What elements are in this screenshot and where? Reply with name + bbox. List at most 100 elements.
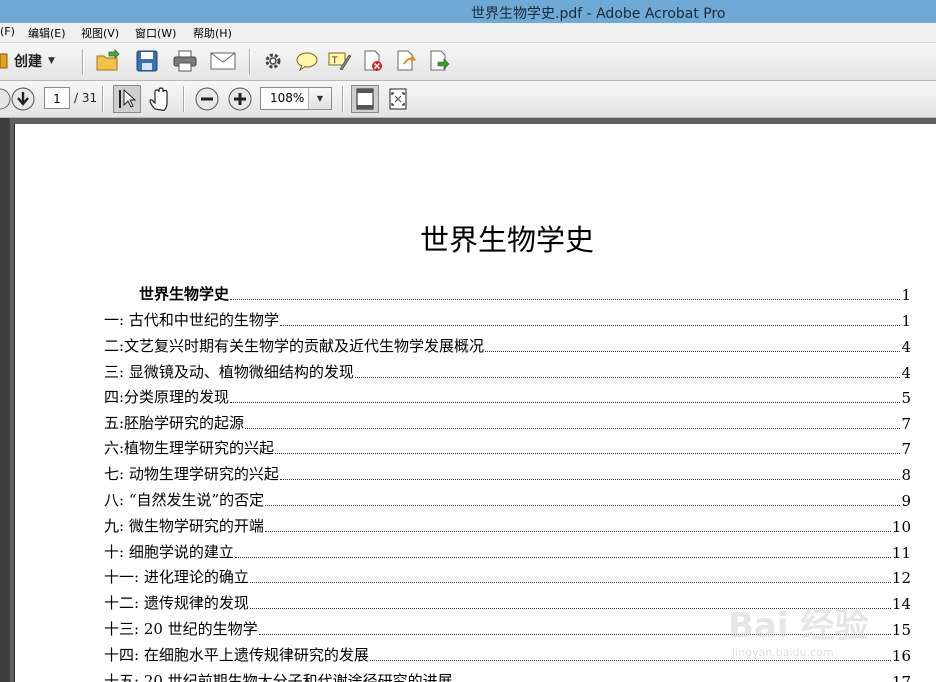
comment-icon <box>296 52 318 71</box>
title-bar: 世界生物学史.pdf - Adobe Acrobat Pro <box>0 0 936 23</box>
zoom-out-icon <box>195 87 219 111</box>
toc-entry-title: 十一: 进化理论的确立 <box>104 568 249 586</box>
fit-page-icon <box>356 88 374 110</box>
toc-entry[interactable]: 二:文艺复兴时期有关生物学的贡献及近代生物学发展概况 4 <box>104 336 911 356</box>
zoom-in-icon <box>228 87 252 111</box>
toc-entry-page: 5 <box>901 389 911 407</box>
page-number-input[interactable]: 1 <box>44 87 70 109</box>
fit-page-button[interactable] <box>351 85 379 113</box>
settings-button[interactable] <box>259 47 287 75</box>
toc-entry[interactable]: 七: 动物生理学研究的兴起 8 <box>104 464 911 484</box>
export-button[interactable] <box>392 47 420 75</box>
zoom-value: 108% <box>270 91 305 105</box>
toc-entry-title: 五:胚胎学研究的起源 <box>104 414 245 432</box>
toc-entry[interactable]: 十: 细胞学说的建立 11 <box>104 542 911 562</box>
select-cursor-icon <box>119 88 137 108</box>
toc-entry-title: 九: 微生物学研究的开端 <box>104 517 264 535</box>
document-title: 世界生物学史 <box>15 217 936 259</box>
toc-leader-dots <box>485 351 901 352</box>
delete-pdf-icon <box>364 50 382 71</box>
toc-leader-dots <box>265 505 901 506</box>
comment-button[interactable] <box>293 47 321 75</box>
toc-leader-dots <box>230 299 901 300</box>
full-screen-icon <box>389 88 407 110</box>
navigation-pane-edge <box>0 118 10 682</box>
toc-entry-title: 三: 显微镜及动、植物微细结构的发现 <box>104 363 354 381</box>
toc-entry-title: 四:分类原理的发现 <box>104 388 230 406</box>
menu-item[interactable]: 视图(V) <box>81 25 119 41</box>
toc-leader-dots <box>245 428 901 429</box>
toc-entry[interactable]: 九: 微生物学研究的开端 10 <box>104 516 911 536</box>
toolbar-divider <box>183 86 185 112</box>
svg-text:T: T <box>331 56 338 66</box>
menu-item[interactable]: 帮助(H) <box>193 25 232 41</box>
toc-entry[interactable]: 八: “自然发生说”的否定 9 <box>104 490 911 510</box>
next-page-button[interactable] <box>9 85 37 113</box>
toc-entry[interactable]: 一: 古代和中世纪的生物学 1 <box>104 310 911 330</box>
toolbar-divider <box>342 86 344 112</box>
toc-entry-page: 12 <box>891 569 911 587</box>
menu-item[interactable]: 窗口(W) <box>135 25 176 41</box>
sign-icon: T <box>328 52 352 71</box>
toc-entry-page: 1 <box>901 286 911 304</box>
zoom-in-button[interactable] <box>226 85 254 113</box>
toc-entry-page: 1 <box>901 312 911 330</box>
toc-entry-page: 7 <box>901 440 911 458</box>
select-tool-button[interactable] <box>113 85 141 113</box>
toc-entry-title: 八: “自然发生说”的否定 <box>104 491 265 509</box>
toc-leader-dots <box>279 325 901 326</box>
toc-entry-title: 六:植物生理学研究的兴起 <box>104 439 275 457</box>
baidu-watermark: Bai 经验 jingyan.baidu.com <box>724 586 914 676</box>
toolbar-divider <box>82 49 84 75</box>
toc-leader-dots <box>354 377 901 378</box>
create-button[interactable]: 创建 ▼ <box>0 49 55 73</box>
toc-entry[interactable]: 三: 显微镜及动、植物微细结构的发现 4 <box>104 362 911 382</box>
zoom-select[interactable]: 108% ▼ <box>260 87 332 110</box>
document-title-text: 世界生物学史 <box>419 223 594 257</box>
toc-entry[interactable]: 十一: 进化理论的确立 12 <box>104 567 911 587</box>
share-button[interactable] <box>425 47 453 75</box>
toc-leader-dots <box>234 557 891 558</box>
gear-icon <box>265 53 281 69</box>
hand-tool-button[interactable] <box>146 85 174 113</box>
chevron-down-icon[interactable]: ▼ <box>308 88 331 109</box>
menu-bar: (F) 编辑(E) 视图(V) 窗口(W) 帮助(H) <box>0 23 936 43</box>
chevron-down-icon: ▼ <box>48 56 55 66</box>
email-icon <box>210 52 236 70</box>
page-total-label: / 31 <box>74 91 98 105</box>
toc-entry-title: 十二: 遗传规律的发现 <box>104 594 249 612</box>
toc-entry-title: 七: 动物生理学研究的兴起 <box>104 465 279 483</box>
create-label: 创建 <box>14 54 42 70</box>
toc-entry-title: 十五: 20 世纪前期生物大分子和代谢途径研究的进展 <box>104 672 453 682</box>
print-button[interactable] <box>171 47 199 75</box>
create-icon <box>0 53 8 69</box>
toc-entry-page: 10 <box>891 518 911 536</box>
toc-entry[interactable]: 五:胚胎学研究的起源 7 <box>104 413 911 433</box>
toc-entry-page: 8 <box>901 466 911 484</box>
watermark-url: jingyan.baidu.com <box>732 646 834 659</box>
toc-entry-page: 4 <box>901 338 911 356</box>
save-button[interactable] <box>133 47 161 75</box>
sign-button[interactable]: T <box>326 47 354 75</box>
toc-leader-dots <box>264 531 891 532</box>
open-button[interactable] <box>94 47 122 75</box>
watermark-text: Bai 经验 <box>728 606 869 646</box>
zoom-out-button[interactable] <box>193 85 221 113</box>
full-screen-button[interactable] <box>384 85 412 113</box>
main-toolbar: 创建 ▼ T <box>0 43 936 81</box>
toc-entry[interactable]: 世界生物学史 1 <box>104 284 911 304</box>
toc-entry-title: 十四: 在细胞水平上遗传规律研究的发展 <box>104 646 369 664</box>
email-button[interactable] <box>209 47 237 75</box>
export-icon <box>397 50 417 71</box>
open-folder-icon <box>96 49 120 71</box>
menu-item[interactable]: 编辑(E) <box>28 25 66 41</box>
toc-entry[interactable]: 六:植物生理学研究的兴起 7 <box>104 438 911 458</box>
toc-leader-dots <box>249 582 891 583</box>
hand-icon <box>149 87 168 111</box>
delete-pdf-button[interactable] <box>359 47 387 75</box>
menu-item[interactable]: (F) <box>0 25 15 38</box>
toc-entry[interactable]: 四:分类原理的发现 5 <box>104 387 911 407</box>
print-icon <box>173 50 197 72</box>
toc-entry-title: 十: 细胞学说的建立 <box>104 543 234 561</box>
toc-entry-page: 4 <box>901 364 911 382</box>
